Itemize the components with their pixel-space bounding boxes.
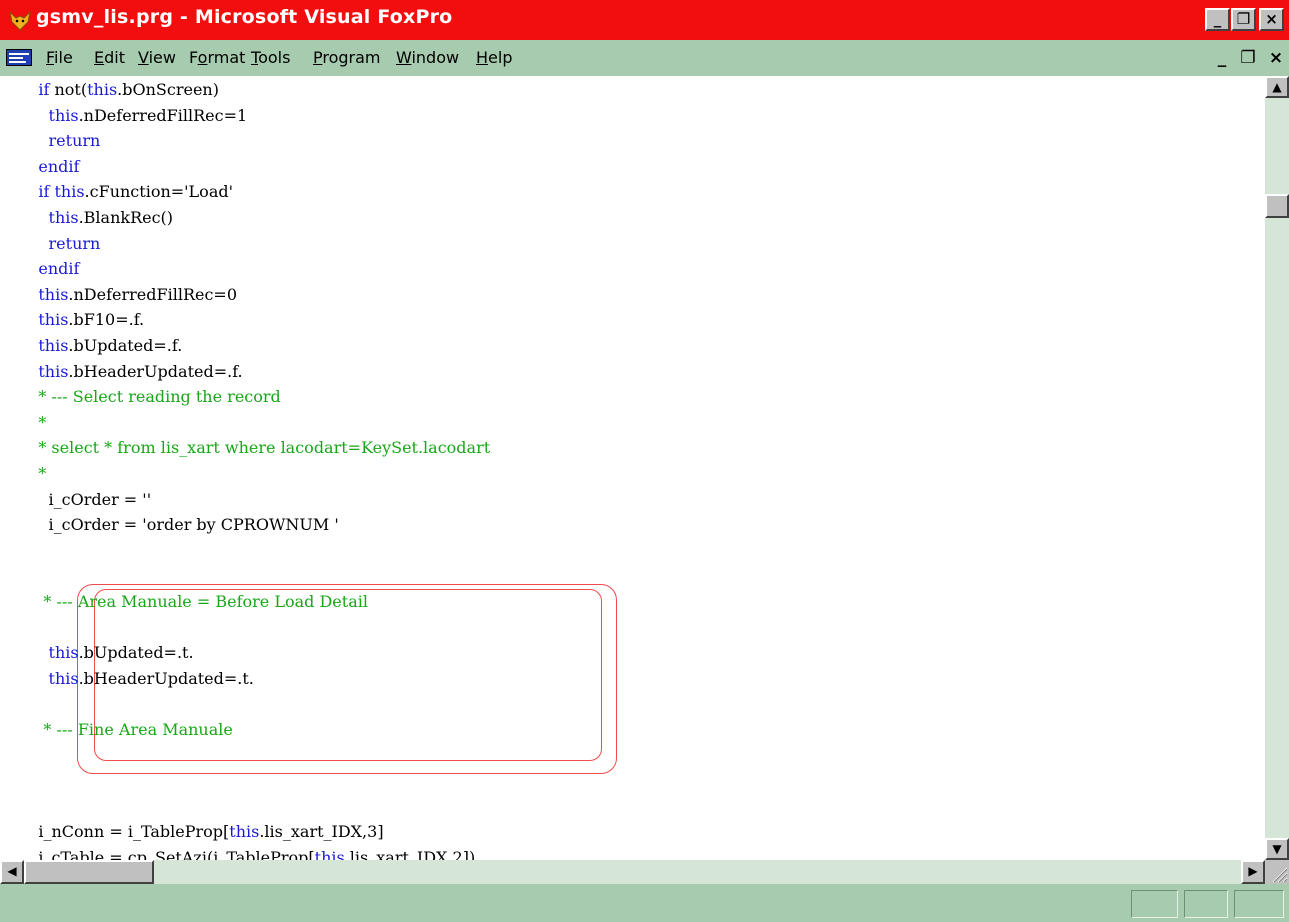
status-panel-1: [1131, 890, 1178, 918]
menu-tools-label: ools: [258, 48, 291, 67]
scroll-right-arrow-icon[interactable]: ▶: [1241, 860, 1265, 884]
menu-program-accel: P: [313, 48, 323, 67]
code-line: * select * from lis_xart where lacodart=…: [18, 438, 491, 458]
code-line: *: [18, 464, 47, 483]
scroll-up-arrow-icon[interactable]: ▲: [1265, 76, 1289, 98]
menu-format-label: rmat: [207, 48, 246, 67]
code-line: this.BlankRec(): [48, 208, 174, 227]
window-title: gsmv_lis.prg - Microsoft Visual FoxPro: [36, 6, 453, 28]
menu-program[interactable]: Program: [313, 48, 381, 67]
menu-view[interactable]: View: [138, 48, 176, 67]
menu-help-accel: H: [476, 48, 489, 67]
code-line: if this.cFunction='Load': [38, 182, 233, 202]
horizontal-scrollbar[interactable]: ◀ ▶: [0, 860, 1265, 884]
menu-tools-accel: T: [251, 48, 259, 67]
code-editor[interactable]: if not(this.bOnScreen) this.nDeferredFil…: [0, 76, 1265, 860]
menu-program-label: rogram: [322, 48, 381, 67]
menu-edit-label: dit: [104, 48, 125, 67]
code-line: if not(this.bOnScreen): [38, 80, 219, 99]
menu-format-accel: o: [197, 48, 208, 67]
code-line: * --- Select reading the record: [18, 387, 281, 407]
doc-close-button[interactable]: ×: [1264, 47, 1288, 69]
vertical-scroll-thumb[interactable]: [1265, 194, 1289, 218]
doc-minimize-button[interactable]: _: [1210, 47, 1234, 69]
menu-file-label: ile: [54, 48, 73, 67]
size-grip-icon[interactable]: [1265, 860, 1289, 884]
menu-bar: File Edit View Format Tools Program Wind…: [0, 40, 1289, 76]
scroll-down-arrow-icon[interactable]: ▼: [1265, 838, 1289, 860]
menu-window-label: indow: [411, 48, 460, 67]
title-bar: gsmv_lis.prg - Microsoft Visual FoxPro _…: [0, 0, 1289, 40]
code-line: * --- Fine Area Manuale: [18, 720, 233, 739]
minimize-button[interactable]: _: [1205, 8, 1230, 31]
menu-help-label: elp: [488, 48, 513, 67]
code-line: this.nDeferredFillRec=0: [38, 284, 238, 304]
restore-button[interactable]: ❐: [1231, 8, 1256, 31]
menu-file-accel: F: [46, 48, 55, 67]
code-line: this.bHeaderUpdated=.t.: [48, 668, 254, 688]
status-bar: [0, 884, 1289, 922]
code-line: i_cTable = cp_SetAzi(i_TableProp[this.li…: [18, 848, 476, 860]
code-line: i_nConn = i_TableProp[this.lis_xart_IDX,…: [18, 822, 384, 842]
menu-format-pre: F: [189, 48, 198, 67]
menu-view-label: iew: [148, 48, 176, 67]
menu-help[interactable]: Help: [476, 48, 512, 67]
code-line: this.bUpdated=.t.: [48, 643, 194, 663]
foxpro-fox-icon: [9, 10, 31, 31]
menu-window[interactable]: Window: [396, 48, 459, 67]
code-line: * --- Area Manuale = Before Load Detail: [18, 592, 368, 611]
code-line: return: [48, 233, 101, 253]
code-line: this.nDeferredFillRec=1: [48, 105, 248, 125]
prg-document-icon[interactable]: [6, 49, 32, 66]
close-button[interactable]: ×: [1259, 8, 1284, 31]
menu-file[interactable]: File: [46, 48, 73, 67]
status-panel-3: [1234, 890, 1284, 918]
scroll-left-arrow-icon[interactable]: ◀: [0, 860, 24, 884]
menu-window-accel: W: [396, 48, 412, 67]
code-line: endif: [38, 259, 80, 279]
menu-edit[interactable]: Edit: [94, 48, 125, 67]
menu-view-accel: V: [138, 48, 149, 67]
code-line: this.bHeaderUpdated=.f.: [38, 361, 243, 381]
code-line: *: [18, 412, 47, 432]
menu-tools[interactable]: Tools: [251, 48, 290, 67]
code-line: i_cOrder = '': [18, 489, 152, 509]
code-line: this.bUpdated=.f.: [38, 336, 183, 355]
menu-edit-accel: E: [94, 48, 105, 67]
vertical-scrollbar[interactable]: ▲ ▼: [1265, 76, 1289, 860]
doc-restore-button[interactable]: ❐: [1236, 47, 1260, 69]
code-line: i_cOrder = 'order by CPROWNUM ': [18, 515, 339, 535]
code-line: endif: [38, 156, 80, 176]
menu-format[interactable]: Format: [189, 48, 245, 67]
code-line: return: [48, 131, 101, 151]
size-grip-lines: [1272, 867, 1288, 883]
horizontal-scroll-thumb[interactable]: [24, 860, 154, 884]
status-panel-2: [1184, 890, 1228, 918]
code-line: this.bF10=.f.: [38, 310, 145, 330]
